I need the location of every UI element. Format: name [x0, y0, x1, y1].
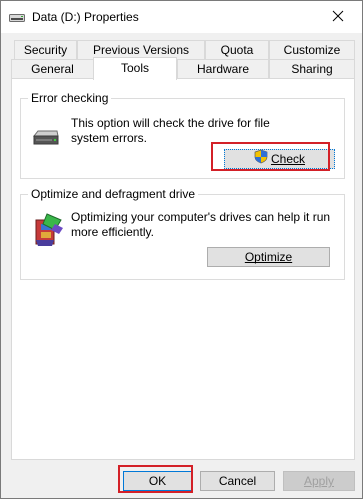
check-button[interactable]: Check: [224, 149, 335, 169]
properties-window: Data (D:) Properties Security Previous V…: [0, 0, 363, 499]
window-title: Data (D:) Properties: [32, 10, 139, 24]
apply-button-label: Apply: [303, 474, 335, 488]
tab-label: Tools: [120, 61, 149, 75]
tab-label: Hardware: [196, 62, 250, 76]
tab-label: Sharing: [291, 62, 333, 76]
optimize-button-label: Optimize: [244, 250, 293, 264]
error-checking-description-line2: system errors.: [71, 131, 148, 145]
optimize-description-line1: Optimizing your computer's drives can he…: [71, 210, 331, 224]
optimize-description-line2: more efficiently.: [71, 225, 154, 239]
tab-label: Previous Versions: [92, 43, 190, 57]
tab-customize[interactable]: Customize: [269, 40, 355, 60]
ok-button-label: OK: [148, 474, 167, 488]
tab-general[interactable]: General: [11, 59, 94, 79]
uac-shield-icon: [254, 149, 268, 167]
hard-drive-icon: [32, 128, 60, 151]
tab-label: Quota: [220, 43, 254, 57]
apply-button[interactable]: Apply: [283, 471, 355, 491]
title-bar[interactable]: Data (D:) Properties: [1, 1, 362, 33]
tab-security[interactable]: Security: [14, 40, 77, 60]
ok-button[interactable]: OK: [123, 471, 192, 491]
close-button[interactable]: [314, 1, 362, 31]
error-checking-description-line1: This option will check the drive for fil…: [71, 116, 270, 130]
error-checking-group: Error checking This option will check th…: [20, 91, 345, 179]
close-icon: [332, 10, 344, 22]
error-checking-title: Error checking: [28, 91, 112, 105]
tab-sharing[interactable]: Sharing: [269, 59, 355, 79]
tab-hardware[interactable]: Hardware: [177, 59, 269, 79]
defrag-icon: [33, 210, 65, 251]
drive-icon: [9, 12, 25, 22]
cancel-button[interactable]: Cancel: [200, 471, 275, 491]
tab-label: General: [31, 62, 74, 76]
tab-label: Customize: [283, 43, 341, 57]
cancel-button-label: Cancel: [218, 474, 257, 488]
check-button-label: Check: [270, 152, 305, 166]
tab-label: Security: [23, 43, 68, 57]
optimize-group: Optimize and defragment drive Optimizing…: [20, 187, 345, 280]
tab-quota[interactable]: Quota: [205, 40, 269, 60]
tab-tools[interactable]: Tools: [93, 57, 177, 80]
optimize-button[interactable]: Optimize: [207, 247, 330, 267]
tools-panel: Error checking This option will check th…: [11, 78, 355, 460]
optimize-title: Optimize and defragment drive: [28, 187, 199, 201]
